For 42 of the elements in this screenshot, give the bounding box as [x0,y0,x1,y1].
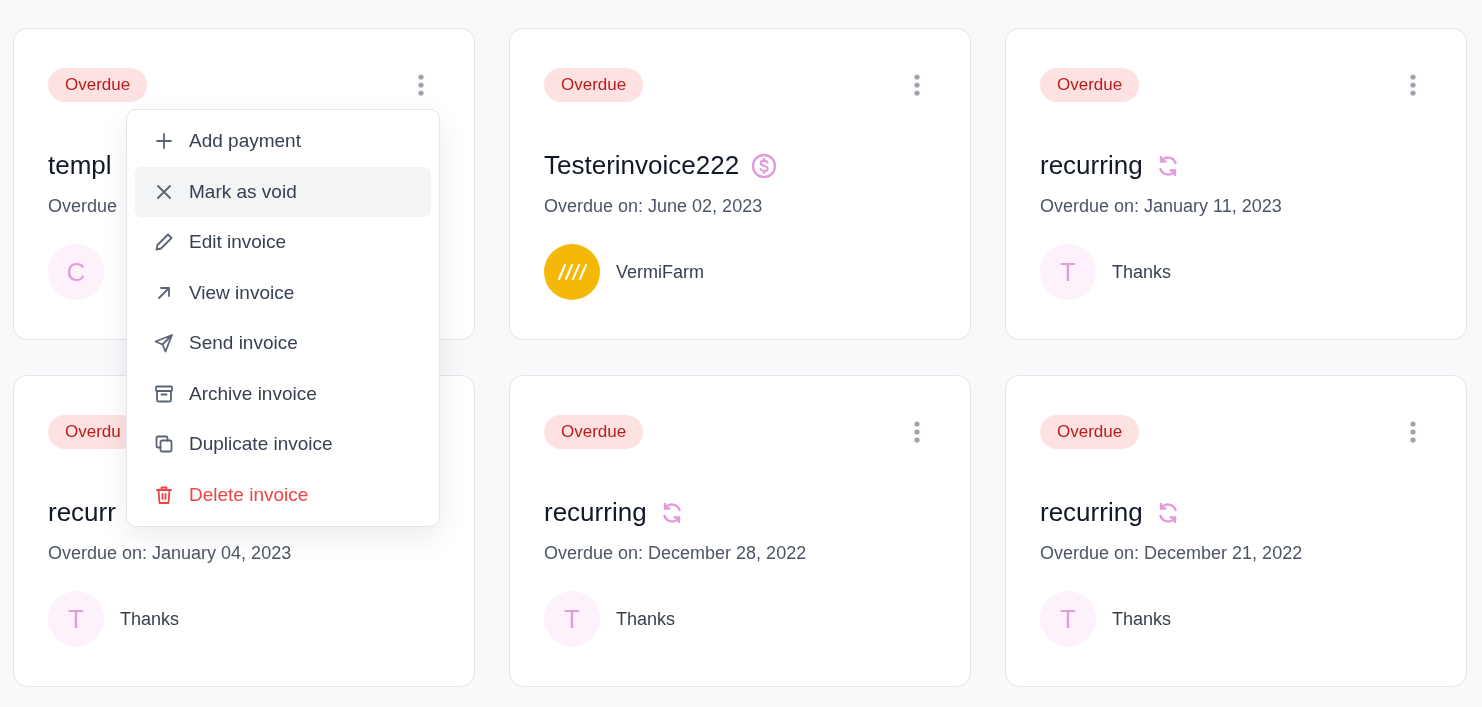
dollar-circle-icon [751,152,778,179]
avatar: C [48,244,104,300]
client-name: Thanks [1112,607,1172,631]
menu-item[interactable]: Mark as void [135,166,431,217]
invoice-title: recurr [48,496,116,529]
kebab-icon [1410,421,1416,443]
status-badge: Overdue [48,68,148,102]
due-date: Overdue on: January 04, 2023 [48,542,293,565]
client-name: Thanks [1112,260,1172,284]
menu-item[interactable]: Send invoice [135,318,431,369]
menu-item[interactable]: View invoice [135,267,431,318]
avatar: T [1040,244,1096,300]
invoice-title: recurring [544,496,647,529]
client-name: Thanks [616,607,676,631]
due-date: Overdue on: December 21, 2022 [1040,542,1304,565]
menu-item[interactable]: Archive invoice [135,368,431,419]
menu-item[interactable]: Duplicate invoice [135,419,431,470]
menu-item[interactable]: Edit invoice [135,217,431,268]
company-logo [544,244,600,300]
due-date: Overdue on: June 02, 2023 [544,195,764,218]
due-date: Overdue on: December 28, 2022 [544,542,808,565]
menu-item[interactable]: Delete invoice [135,469,431,520]
kebab-icon [914,421,920,443]
invoice-title: recurring [1040,149,1143,182]
avatar: T [544,591,600,647]
avatar: T [1040,591,1096,647]
invoice-title: templ [48,149,112,182]
send-icon [153,332,175,355]
due-date: Overdue on: January 11, 2023 [1040,195,1283,218]
avatar: T [48,591,104,647]
kebab-icon [914,74,920,96]
kebab-icon [418,74,424,96]
client-name: Thanks [120,607,180,631]
invoice-title: recurring [1040,496,1143,529]
status-badge: Overdue [544,68,644,102]
client-name: VermiFarm [616,260,704,284]
kebab-icon [1410,74,1416,96]
status-badge: Overdue [1040,68,1140,102]
invoice-title: Testerinvoice222 [544,149,740,182]
status-badge: Overdue [544,415,644,449]
status-badge: Overdue [1040,415,1140,449]
menu-item[interactable]: Add payment [135,116,431,167]
